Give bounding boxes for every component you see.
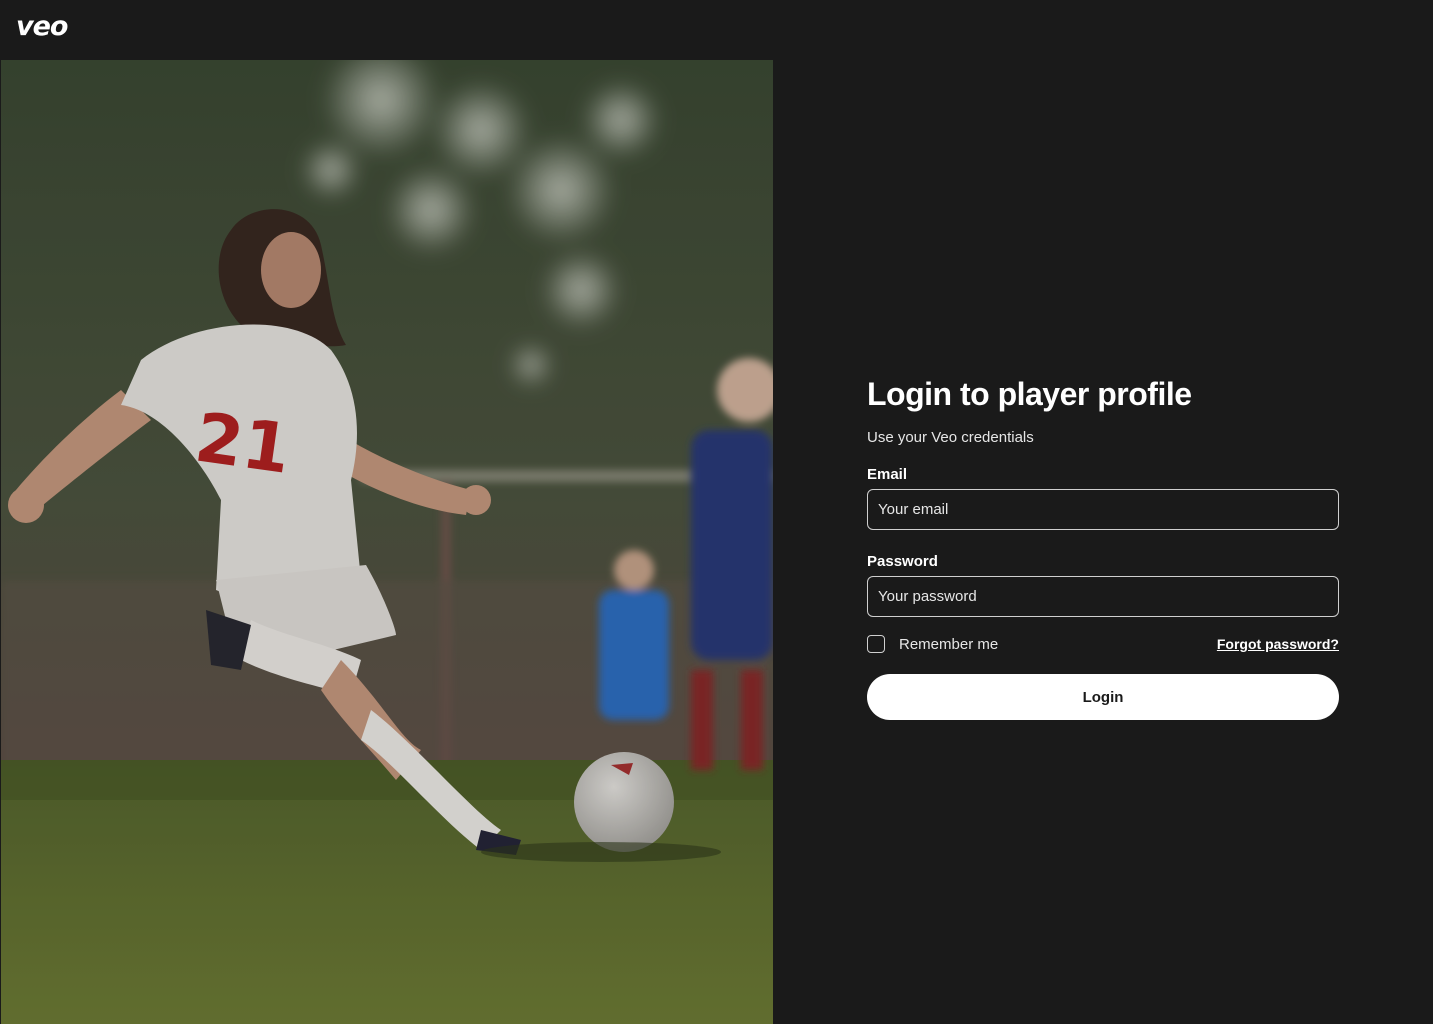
remember-me-label[interactable]: Remember me [899,636,998,653]
top-bar: veo [0,0,1433,60]
page-title: Login to player profile [867,376,1192,412]
forgot-password-link[interactable]: Forgot password? [1217,636,1339,652]
email-label: Email [867,466,908,483]
password-field[interactable] [867,576,1339,617]
email-field[interactable] [867,489,1339,530]
remember-me[interactable]: Remember me [867,635,998,653]
password-label: Password [867,553,938,570]
login-button[interactable]: Login [867,674,1339,720]
login-subtitle: Use your Veo credentials [867,429,1034,446]
remember-me-checkbox[interactable] [867,635,885,653]
login-panel: Login to player profile Use your Veo cre… [867,374,1339,720]
veo-logo[interactable]: veo [16,11,68,42]
options-row: Remember me Forgot password? [867,633,1339,655]
hero-image: 21 [1,60,773,1024]
